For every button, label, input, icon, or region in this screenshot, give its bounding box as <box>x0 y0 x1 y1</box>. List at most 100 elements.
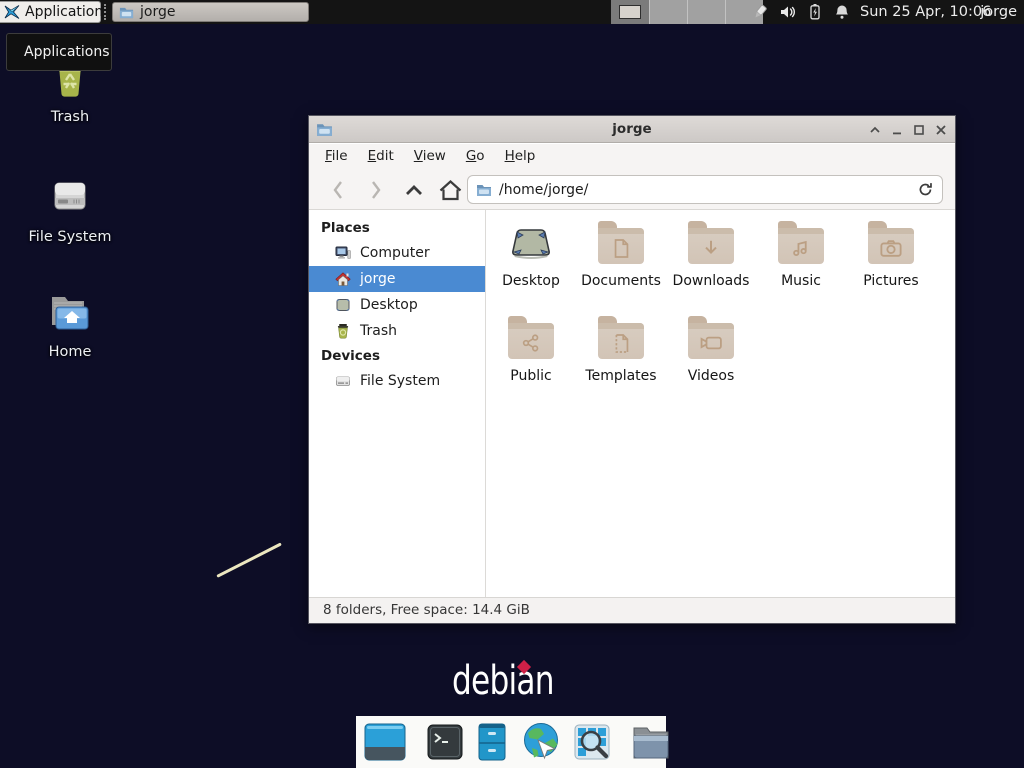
template-document-icon <box>598 327 644 359</box>
file-label: Videos <box>688 368 735 384</box>
workspace-2[interactable] <box>649 0 687 24</box>
sidebar-item-label: Trash <box>360 323 397 339</box>
battery-icon[interactable] <box>806 3 824 21</box>
devices-header: Devices <box>309 344 485 368</box>
file-cabinet-icon[interactable] <box>474 722 510 762</box>
file-label: Pictures <box>863 273 918 289</box>
folder-icon <box>598 228 644 264</box>
diagonal-line-artifact <box>216 542 282 577</box>
hard-drive-icon <box>335 373 351 389</box>
desktop-icon-label: Home <box>49 344 92 360</box>
sidebar-item-label: File System <box>360 373 440 389</box>
notifications-bell-icon[interactable] <box>833 3 851 21</box>
xfce-logo-icon <box>4 4 20 20</box>
back-button[interactable] <box>323 175 353 205</box>
file-manager-window: jorge File Edit View Go Help <box>308 115 956 624</box>
user-home-icon <box>335 271 351 287</box>
file-icon-view[interactable]: Desktop Documents <box>486 210 955 597</box>
web-browser-globe-icon[interactable] <box>519 721 563 763</box>
panel-handle[interactable] <box>104 4 108 20</box>
terminal-icon[interactable] <box>425 722 465 762</box>
window-folder-icon <box>316 121 333 142</box>
forward-button[interactable] <box>361 175 391 205</box>
show-desktop-icon[interactable] <box>363 721 407 763</box>
maximize-button[interactable] <box>910 121 927 138</box>
workspace-1[interactable] <box>611 0 649 24</box>
menu-help[interactable]: Help <box>495 144 546 169</box>
desktop-pad-icon <box>508 218 554 264</box>
file-item-music[interactable]: Music <box>756 218 846 313</box>
minimize-button[interactable] <box>888 121 905 138</box>
menubar: File Edit View Go Help <box>309 144 955 169</box>
desktop-icon-file-system[interactable]: File System <box>25 174 115 245</box>
menu-edit[interactable]: Edit <box>358 144 404 169</box>
titlebar[interactable]: jorge <box>309 116 955 143</box>
toolbar <box>309 169 955 210</box>
directory-menu-folder-icon[interactable] <box>630 722 672 762</box>
sidebar-item-label: Computer <box>360 245 430 261</box>
folder-icon <box>598 323 644 359</box>
file-item-pictures[interactable]: Pictures <box>846 218 936 313</box>
debian-wordmark: debian <box>452 658 554 704</box>
folder-icon <box>688 228 734 264</box>
workspace-3[interactable] <box>687 0 725 24</box>
application-finder-icon[interactable] <box>572 722 612 762</box>
taskbar-window-button[interactable]: jorge <box>112 2 309 22</box>
menu-file[interactable]: File <box>315 144 358 169</box>
sidebar-item-file-system[interactable]: File System <box>309 368 485 394</box>
camera-icon <box>868 232 914 264</box>
menu-go[interactable]: Go <box>456 144 495 169</box>
file-item-desktop[interactable]: Desktop <box>486 218 576 313</box>
sidebar-item-desktop[interactable]: Desktop <box>309 292 485 318</box>
top-panel: Applications jorge Sun 25 Apr, 10:06 jor… <box>0 0 1024 24</box>
shade-button[interactable] <box>866 121 883 138</box>
share-nodes-icon <box>508 327 554 359</box>
file-grid: Desktop Documents <box>486 218 955 408</box>
panel-clock[interactable]: Sun 25 Apr, 10:06 <box>860 0 991 24</box>
sidebar-item-jorge[interactable]: jorge <box>309 266 485 292</box>
file-label: Public <box>510 368 551 384</box>
sidebar: Places Computer jorge Desktop <box>309 210 486 597</box>
close-button[interactable] <box>932 121 949 138</box>
sidebar-item-label: Desktop <box>360 297 418 313</box>
volume-icon[interactable] <box>779 3 797 21</box>
reload-button[interactable] <box>917 181 934 198</box>
file-item-templates[interactable]: Templates <box>576 313 666 408</box>
places-header: Places <box>309 216 485 240</box>
file-item-public[interactable]: Public <box>486 313 576 408</box>
applications-tooltip: Applications <box>6 33 112 71</box>
file-item-videos[interactable]: Videos <box>666 313 756 408</box>
document-glyph-icon <box>598 232 644 264</box>
music-notes-icon <box>778 232 824 264</box>
folder-icon <box>868 228 914 264</box>
folder-icon <box>508 323 554 359</box>
computer-icon <box>335 245 351 261</box>
file-label: Music <box>781 273 821 289</box>
folder-icon <box>778 228 824 264</box>
up-button[interactable] <box>399 175 429 205</box>
folder-icon <box>688 323 734 359</box>
menu-view[interactable]: View <box>404 144 456 169</box>
download-arrow-icon <box>688 232 734 264</box>
file-item-documents[interactable]: Documents <box>576 218 666 313</box>
file-label: Desktop <box>502 273 560 289</box>
tooltip-text: Applications <box>24 44 110 60</box>
sidebar-item-trash[interactable]: Trash <box>309 318 485 344</box>
trash-icon <box>335 323 351 339</box>
file-item-downloads[interactable]: Downloads <box>666 218 756 313</box>
path-input[interactable] <box>499 182 910 198</box>
window-content: Places Computer jorge Desktop <box>309 210 955 597</box>
panel-user-menu[interactable]: jorge <box>980 0 1017 24</box>
desktop-icon-home[interactable]: Home <box>25 291 115 360</box>
home-button[interactable] <box>435 175 465 205</box>
path-bar <box>467 175 943 204</box>
statusbar: 8 folders, Free space: 14.4 GiB <box>309 597 955 623</box>
folder-icon <box>476 182 492 198</box>
window-title: jorge <box>309 121 955 137</box>
desktop-icon-label: Trash <box>51 109 89 125</box>
sidebar-item-computer[interactable]: Computer <box>309 240 485 266</box>
file-label: Templates <box>585 368 656 384</box>
applications-menu-button[interactable]: Applications <box>0 1 101 23</box>
pen-tray-icon[interactable] <box>751 3 769 21</box>
folder-icon <box>119 5 134 20</box>
